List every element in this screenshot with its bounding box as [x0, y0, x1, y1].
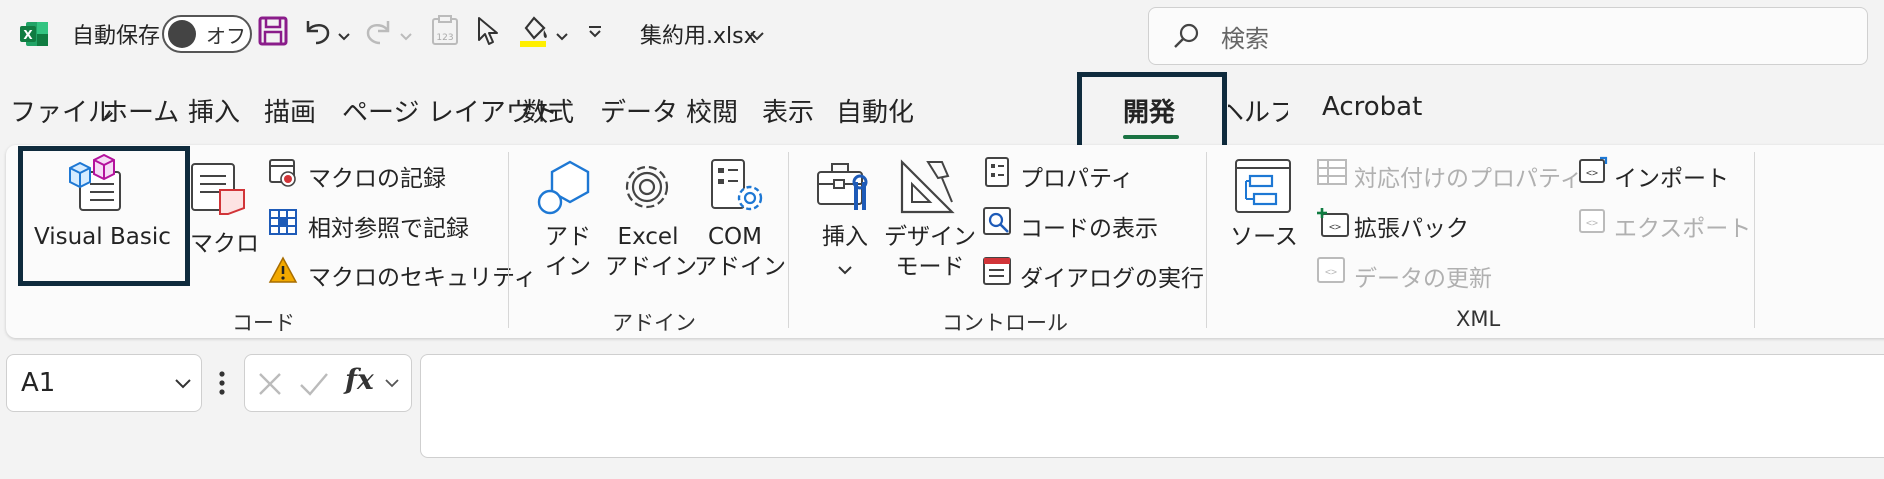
insert-controls-button[interactable] [812, 152, 882, 286]
customize-toolbar-icon[interactable] [588, 24, 602, 43]
visual-basic-button[interactable] [18, 146, 190, 286]
autosave-state: オフ [206, 23, 246, 48]
formula-actions: fx [244, 354, 412, 412]
record-macro-label[interactable]: マクロの記録 [308, 159, 446, 193]
enter-check-icon[interactable] [299, 371, 329, 397]
macro-security-icon [268, 256, 298, 288]
function-dropdown-icon[interactable] [385, 379, 399, 388]
addins-button[interactable] [530, 152, 598, 286]
tab-review[interactable]: 校閲 [686, 92, 738, 129]
svg-text:123: 123 [436, 33, 453, 43]
properties-label[interactable]: プロパティ [1020, 159, 1134, 193]
insert-function-button[interactable]: fx [345, 363, 374, 396]
xml-source-button[interactable] [1226, 152, 1302, 286]
group-separator [1754, 152, 1755, 328]
cancel-icon[interactable] [257, 371, 283, 397]
toggle-knob [168, 20, 196, 48]
tab-automate[interactable]: 自動化 [836, 92, 914, 129]
file-name[interactable]: 集約用.xlsx [640, 18, 757, 50]
view-code-label[interactable]: コードの表示 [1020, 209, 1158, 243]
tab-draw[interactable]: 描画 [264, 92, 316, 129]
form-icon[interactable]: 123 [430, 14, 460, 50]
tab-insert[interactable]: 挿入 [188, 92, 240, 129]
search-placeholder: 検索 [1221, 24, 1269, 53]
file-name-chevron-icon[interactable] [750, 26, 764, 45]
group-separator [788, 152, 789, 328]
refresh-data-icon: <> [1316, 256, 1348, 290]
import-label[interactable]: インポート [1614, 159, 1729, 193]
undo-dropdown-icon[interactable] [338, 26, 350, 45]
relative-reference-label[interactable]: 相対参照で記録 [308, 209, 469, 243]
redo-icon[interactable] [364, 17, 394, 49]
tab-home[interactable]: ホーム [102, 92, 179, 129]
run-dialog-icon [982, 256, 1014, 290]
run-dialog-label[interactable]: ダイアログの実行 [1020, 259, 1204, 293]
tab-formulas[interactable]: 数式 [522, 92, 574, 129]
tab-help[interactable]: ヘルプ [1228, 92, 1288, 129]
refresh-data-label[interactable]: データの更新 [1354, 259, 1492, 293]
map-properties-icon [1316, 158, 1348, 190]
fill-color-dropdown-icon[interactable] [556, 26, 568, 45]
name-box[interactable]: A1 [6, 354, 202, 412]
tab-view[interactable]: 表示 [762, 92, 814, 129]
export-icon: <> [1576, 206, 1608, 240]
code-group-label: コード [232, 311, 295, 335]
tab-data[interactable]: データ [600, 92, 678, 129]
svg-text:<>: <> [1329, 222, 1341, 233]
autosave-toggle[interactable]: オフ [162, 15, 252, 53]
macro-button[interactable] [186, 152, 252, 286]
pointer-icon[interactable] [476, 16, 500, 50]
autosave-label: 自動保存 [72, 24, 161, 49]
export-label[interactable]: エクスポート [1614, 209, 1751, 243]
view-code-icon [982, 206, 1014, 242]
design-mode-button[interactable] [884, 152, 976, 286]
import-icon: <> [1576, 156, 1608, 190]
tab-acrobat[interactable]: Acrobat [1322, 92, 1422, 122]
svg-text:<>: <> [1586, 218, 1598, 229]
relative-reference-icon [268, 208, 298, 240]
tab-help-clip: ヘルプ [1228, 88, 1288, 134]
controls-group-label: コントロール [942, 311, 1068, 335]
formula-input[interactable] [420, 354, 1884, 458]
undo-icon[interactable] [302, 17, 332, 49]
xml-group-label: XML [1456, 307, 1501, 331]
svg-text:<>: <> [1325, 267, 1337, 278]
active-tab-underline [1123, 135, 1179, 139]
svg-text:<>: <> [1586, 168, 1598, 179]
addins-group-label: アドイン [612, 311, 696, 335]
record-macro-icon [268, 158, 298, 192]
more-options-icon[interactable] [218, 370, 226, 400]
svg-text:X: X [23, 28, 33, 42]
com-addins-button[interactable] [694, 152, 776, 286]
excel-logo-icon: X [20, 20, 48, 52]
fill-color-icon[interactable] [518, 14, 550, 52]
search-box[interactable]: 検索 [1148, 7, 1868, 65]
properties-icon [984, 156, 1012, 192]
expansion-packs-label[interactable]: 拡張パック [1354, 209, 1469, 243]
macro-security-label[interactable]: マクロのセキュリティ [308, 258, 537, 292]
group-separator [508, 152, 509, 328]
excel-addins-button[interactable] [606, 152, 690, 286]
redo-dropdown-icon[interactable] [400, 26, 412, 45]
tab-file[interactable]: ファイル [10, 92, 114, 129]
name-box-dropdown-icon[interactable] [175, 379, 191, 389]
search-icon [1174, 23, 1199, 48]
tab-developer[interactable]: 開発 [1123, 92, 1175, 129]
group-separator [1206, 152, 1207, 328]
tab-automate-clip: 自動化 [836, 88, 1080, 134]
save-icon[interactable] [258, 16, 288, 50]
map-properties-label[interactable]: 対応付けのプロパティ [1354, 159, 1583, 193]
expansion-packs-icon: <> [1316, 206, 1350, 242]
cell-reference: A1 [21, 368, 56, 398]
